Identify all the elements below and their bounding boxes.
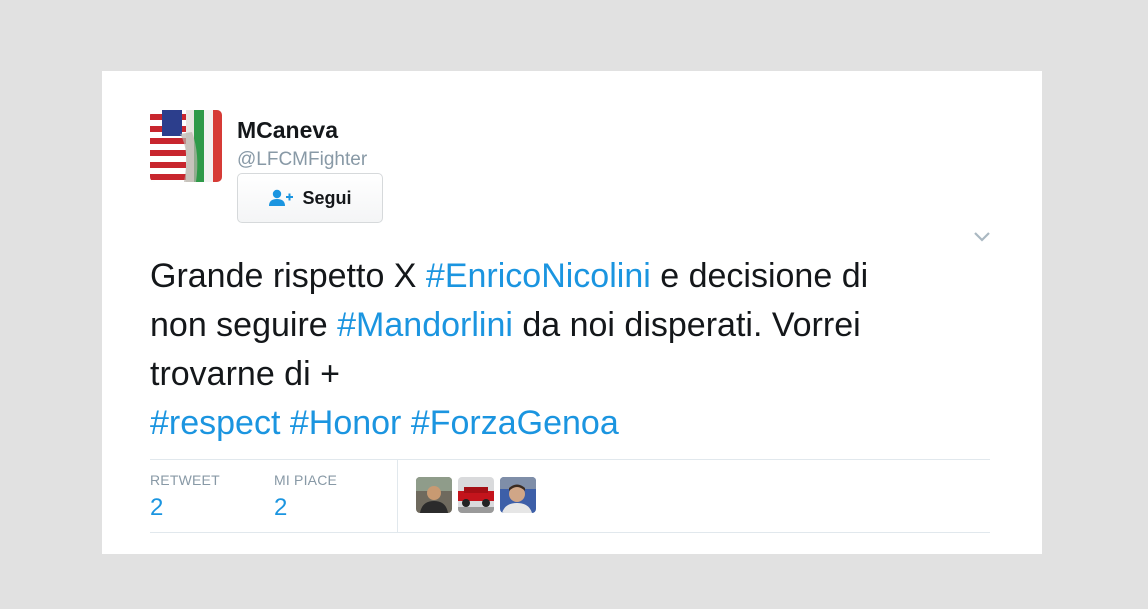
tweet-card: MCaneva @LFCMFighter Segui Grande rispet… [102,71,1042,554]
author-display-name[interactable]: MCaneva [237,117,338,144]
like-stat[interactable]: MI PIACE 2 [274,472,337,522]
retweet-count: 2 [150,494,164,521]
tweet-text-segment: trovarne di + [150,355,340,393]
flags-avatar-icon [150,110,222,182]
liker-avatar[interactable] [416,477,452,513]
likers-list [416,477,536,513]
chevron-down-icon[interactable] [973,229,991,243]
hashtag-link[interactable]: #EnricoNicolini [426,257,651,295]
follow-button[interactable]: Segui [237,173,383,223]
like-label: MI PIACE [274,472,338,488]
stats-divider [397,460,398,532]
liker-avatar[interactable] [458,477,494,513]
tweet-text-segment: Grande rispetto X [150,257,426,295]
tweet-text-segment: e decisione di [650,257,869,295]
hashtag-link[interactable]: #Honor [290,404,402,442]
hashtag-link[interactable]: #ForzaGenoa [411,404,619,442]
retweet-stat[interactable]: RETWEET 2 [150,472,220,522]
hashtag-link[interactable]: #respect [150,404,280,442]
tweet-text-segment: da noi disperati. Vorrei [512,306,861,344]
hashtag-link[interactable]: #Mandorlini [337,306,513,344]
author-screen-name[interactable]: @LFCMFighter [237,149,367,171]
liker-avatar[interactable] [500,477,536,513]
author-avatar[interactable] [150,110,222,182]
like-count: 2 [274,494,288,521]
tweet-stats: RETWEET 2 MI PIACE 2 [150,459,990,533]
retweet-label: RETWEET [150,472,220,488]
user-avatar-1 [416,477,452,513]
user-avatar-3 [500,477,536,513]
add-user-icon [269,189,294,206]
user-avatar-2 [458,477,494,513]
tweet-text-segment: non seguire [150,306,338,344]
tweet-text: Grande rispetto X #EnricoNicolini e deci… [150,252,1010,448]
follow-label: Segui [302,187,352,208]
